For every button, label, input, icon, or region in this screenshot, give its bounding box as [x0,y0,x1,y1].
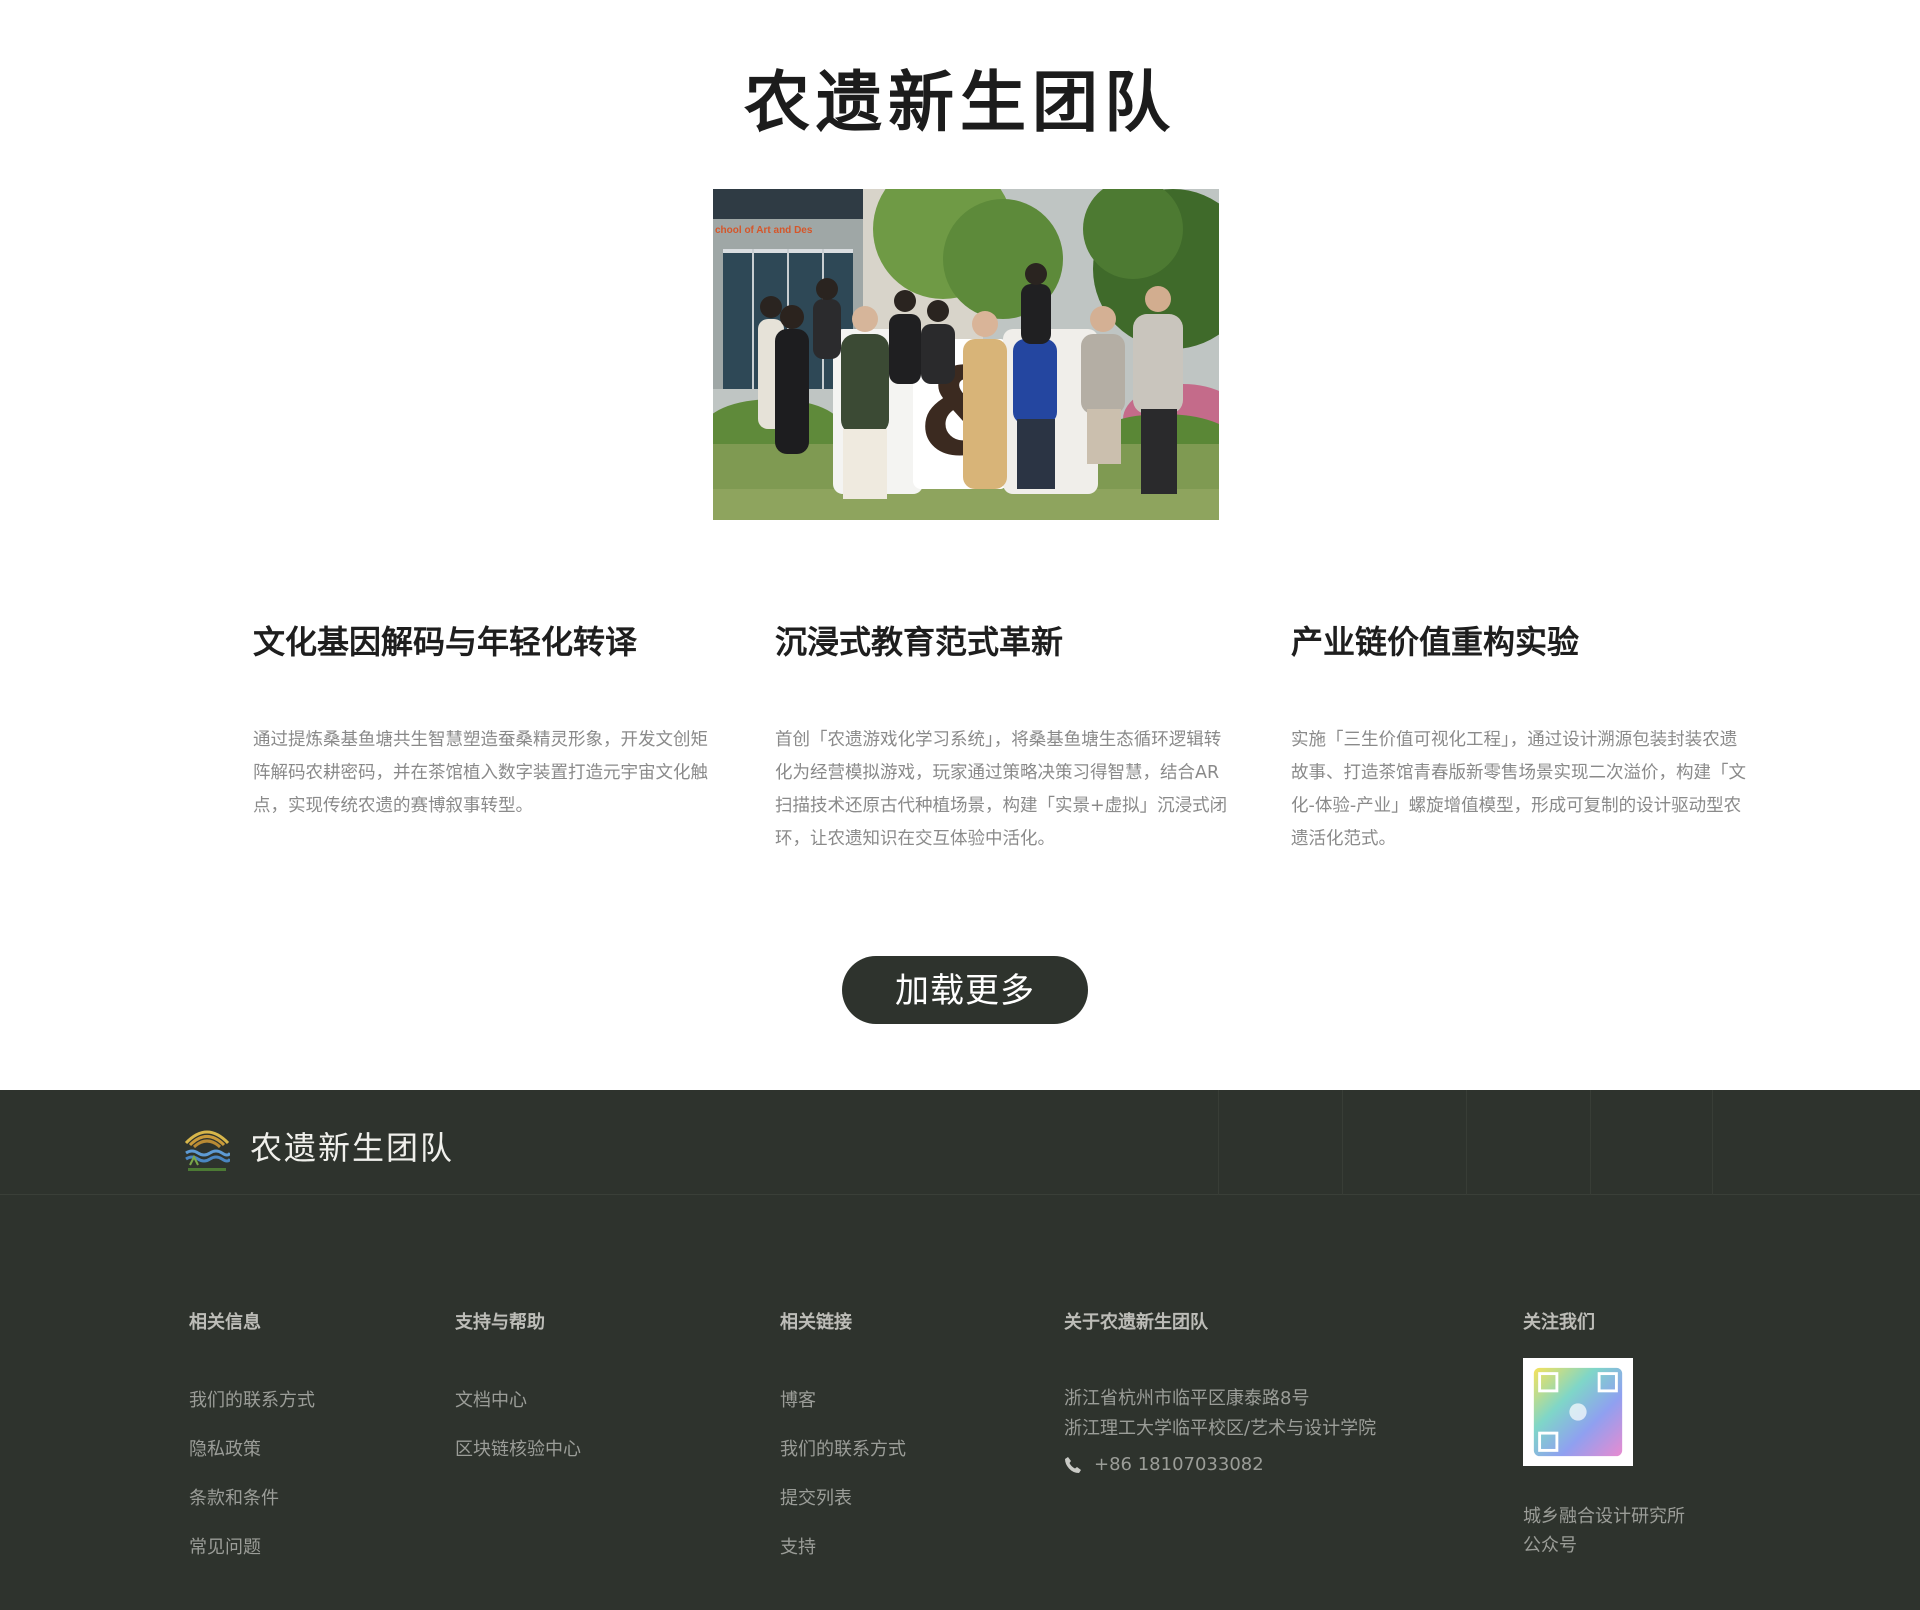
footer-link-list: 我们的联系方式 隐私政策 条款和条件 常见问题 [189,1386,315,1582]
divider [1590,1090,1591,1195]
footer-link-submissions[interactable]: 提交列表 [780,1484,906,1533]
footer-link-list: 博客 我们的联系方式 提交列表 支持 [780,1386,906,1582]
footer-link-contact-2[interactable]: 我们的联系方式 [780,1435,906,1484]
rice-terrace-logo-icon [184,1130,230,1171]
about-address: 浙江省杭州市临平区康泰路8号 浙江理工大学临平校区/艺术与设计学院 [1064,1384,1376,1444]
feature-immersive-education: 沉浸式教育范式革新 首创「农遗游戏化学习系统」，将桑基鱼塘生态循环逻辑转化为经营… [775,614,1235,856]
phone-number[interactable]: +86 18107033082 [1094,1450,1264,1480]
footer-col-title: 相关链接 [780,1312,852,1333]
about-phone: +86 18107033082 [1064,1450,1376,1480]
feature-title: 沉浸式教育范式革新 [775,623,1064,661]
address-line: 浙江省杭州市临平区康泰路8号 [1064,1388,1310,1409]
footer-col-title: 关于农遗新生团队 [1064,1312,1208,1333]
feature-description: 首创「农遗游戏化学习系统」，将桑基鱼塘生态循环逻辑转化为经营模拟游戏，玩家通过策… [775,730,1228,849]
footer-col-support: 支持与帮助 文档中心 区块链核验中心 [455,1308,581,1484]
footer-link-list: 文档中心 区块链核验中心 [455,1386,581,1484]
feature-culture-decoding: 文化基因解码与年轻化转译 通过提炼桑基鱼塘共生智慧塑造蚕桑精灵形象，开发文创矩阵… [253,614,713,823]
footer-link-faq[interactable]: 常见问题 [189,1533,315,1582]
footer-col-follow: 关注我们 城乡融合设计研究所 公众号 [1523,1308,1685,1560]
feature-industry-chain: 产业链价值重构实验 实施「三生价值可视化工程」，通过设计溯源包装封装农遗故事、打… [1291,614,1751,856]
team-photo-illustration: & [713,189,1219,520]
feature-description: 通过提炼桑基鱼塘共生智慧塑造蚕桑精灵形象，开发文创矩阵解码农耕密码，并在茶馆植入… [253,730,708,816]
footer-brand-name: 农遗新生团队 [250,1129,455,1167]
qr-caption-line: 公众号 [1523,1535,1577,1556]
divider [1466,1090,1467,1195]
footer-link-blog[interactable]: 博客 [780,1386,906,1435]
footer-link-contact[interactable]: 我们的联系方式 [189,1386,315,1435]
qr-caption: 城乡融合设计研究所 公众号 [1523,1502,1685,1560]
divider [1342,1090,1343,1195]
team-section-title: 农遗新生团队 [744,64,1176,141]
phone-icon [1065,1457,1081,1473]
footer-col-related-info: 相关信息 我们的联系方式 隐私政策 条款和条件 常见问题 [189,1308,315,1582]
footer-brand-bar: 农遗新生团队 [0,1090,1920,1195]
photo-sign-text: chool of Art and Des [715,225,813,236]
footer-col-about: 关于农遗新生团队 浙江省杭州市临平区康泰路8号 浙江理工大学临平校区/艺术与设计… [1064,1308,1376,1480]
divider [1218,1090,1219,1195]
qr-code[interactable] [1523,1358,1633,1466]
footer-link-privacy[interactable]: 隐私政策 [189,1435,315,1484]
footer-col-related-links: 相关链接 博客 我们的联系方式 提交列表 支持 [780,1308,906,1582]
load-more-button[interactable]: 加载更多 [842,956,1088,1024]
page: 农遗新生团队 chool of Art and Des 文化基因解码与年轻化转译… [0,0,1920,1610]
qr-caption-line: 城乡融合设计研究所 [1523,1506,1685,1527]
footer-link-docs[interactable]: 文档中心 [455,1386,581,1435]
footer-col-title: 支持与帮助 [455,1312,545,1333]
feature-title: 产业链价值重构实验 [1291,623,1580,661]
footer-col-title: 关注我们 [1523,1312,1595,1333]
feature-title: 文化基因解码与年轻化转译 [253,623,638,661]
feature-description: 实施「三生价值可视化工程」，通过设计溯源包装封装农遗故事、打造茶馆青春版新零售场… [1291,730,1746,849]
team-photo: & [713,189,1219,520]
feature-columns: 文化基因解码与年轻化转译 通过提炼桑基鱼塘共生智慧塑造蚕桑精灵形象，开发文创矩阵… [253,614,1746,874]
qr-code-icon [1533,1367,1623,1457]
divider [1712,1090,1713,1195]
footer-col-title: 相关信息 [189,1312,261,1333]
address-line: 浙江理工大学临平校区/艺术与设计学院 [1064,1418,1377,1439]
footer: 农遗新生团队 相关信息 我们的联系方式 隐私政策 条款和条件 常见问题 支持与帮… [0,1090,1920,1610]
footer-link-blockchain-verify[interactable]: 区块链核验中心 [455,1435,581,1484]
footer-link-support[interactable]: 支持 [780,1533,906,1582]
footer-link-terms[interactable]: 条款和条件 [189,1484,315,1533]
